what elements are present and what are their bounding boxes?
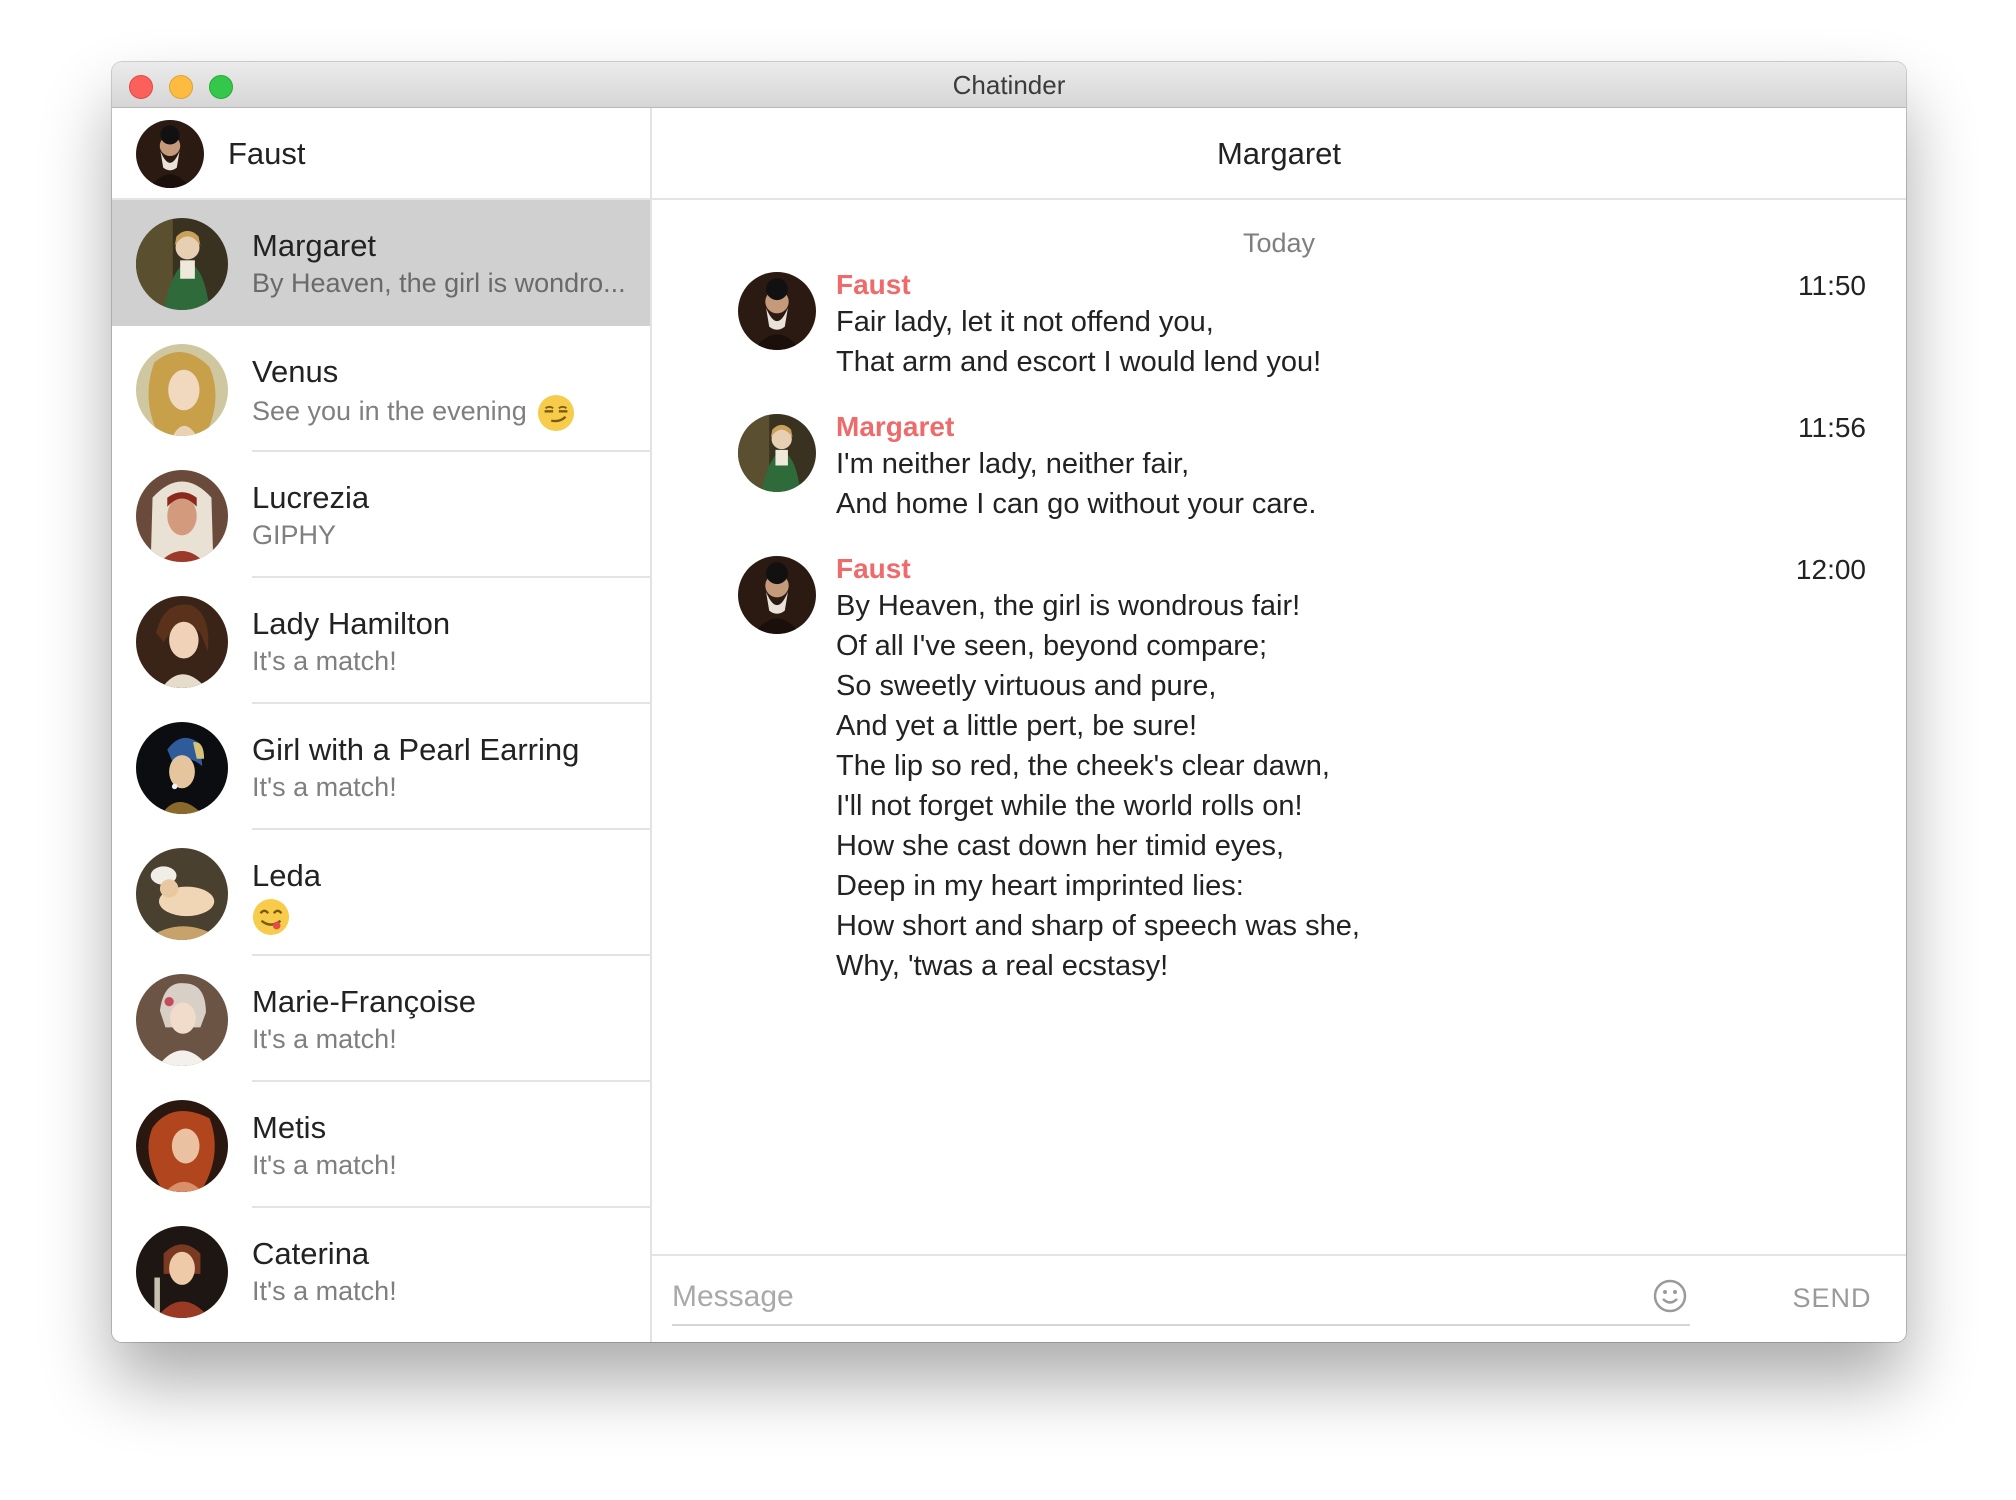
avatar (136, 1226, 228, 1318)
my-name: Faust (228, 136, 306, 171)
message-line: And yet a little pert, be sure! (836, 710, 1198, 742)
message-composer: SEND (652, 1254, 1906, 1342)
message-sender: Faust (836, 269, 911, 300)
message-line: That arm and escort I would lend you! (836, 346, 1322, 378)
conversation-name: Marie-Françoise (252, 984, 476, 1019)
my-profile[interactable]: Faust (112, 108, 650, 200)
avatar (136, 344, 228, 436)
message-line: By Heaven, the girl is wondrous fair! (836, 590, 1301, 622)
message-line: How short and sharp of speech was she, (836, 910, 1360, 942)
conversation-preview: It's a match! (252, 1150, 397, 1180)
message-time: 11:56 (1798, 412, 1866, 443)
conversation-preview: It's a match! (252, 646, 397, 676)
conversation-name: Margaret (252, 228, 377, 263)
conversation-item-leda[interactable]: Leda (112, 830, 650, 956)
conversation-item-caterina[interactable]: Caterina It's a match! (112, 1208, 650, 1334)
message: Faust 11:50 Fair lady, let it not offend… (652, 268, 1906, 382)
message-line: How she cast down her timid eyes, (836, 830, 1285, 862)
conversation-preview: It's a match! (252, 772, 397, 802)
window-title: Chatinder (952, 70, 1066, 100)
face-savoring-food-icon (252, 898, 290, 936)
message-line: The lip so red, the cheek's clear dawn, (836, 750, 1330, 782)
message-line: I'll not forget while the world rolls on… (836, 790, 1303, 822)
conversation-item-girl-with-a-pearl-earring[interactable]: Girl with a Pearl Earring It's a match! (112, 704, 650, 830)
conversation-name: Lady Hamilton (252, 606, 451, 641)
message-input[interactable] (672, 1270, 1690, 1326)
avatar (136, 722, 228, 814)
message-line: I'm neither lady, neither fair, (836, 448, 1190, 480)
send-button[interactable]: SEND (1762, 1270, 1902, 1326)
message-sender: Faust (836, 553, 911, 584)
sender-avatar[interactable] (738, 272, 816, 350)
message-line: Why, 'twas a real ecstasy! (836, 950, 1169, 982)
chat-panel: Margaret Today Faust 11:50 Fair lady, le… (652, 108, 1906, 1342)
my-avatar (136, 120, 204, 188)
conversation-list: Margaret By Heaven, the girl is wondro..… (112, 200, 650, 1334)
message-line: Deep in my heart imprinted lies: (836, 870, 1244, 902)
conversation-item-marie-francoise[interactable]: Marie-Françoise It's a match! (112, 956, 650, 1082)
message-sender: Margaret (836, 411, 955, 442)
message-line: Of all I've seen, beyond compare; (836, 630, 1268, 662)
conversation-preview: By Heaven, the girl is wondro... (252, 268, 626, 298)
message-list: Faust 11:50 Fair lady, let it not offend… (652, 268, 1906, 986)
smirking-face-icon (537, 394, 574, 432)
day-separator: Today (1242, 228, 1316, 258)
message: Faust 12:00 By Heaven, the girl is wondr… (652, 552, 1906, 986)
avatar (136, 218, 228, 310)
conversation-item-margaret[interactable]: Margaret By Heaven, the girl is wondro..… (112, 200, 650, 326)
sender-avatar[interactable] (738, 556, 816, 634)
conversation-name: Caterina (252, 1236, 370, 1271)
conversation-item-venus[interactable]: Venus See you in the evening (112, 326, 650, 452)
message-time: 11:50 (1798, 270, 1866, 301)
conversation-name: Venus (252, 354, 339, 389)
message-line: So sweetly virtuous and pure, (836, 670, 1217, 702)
title-bar[interactable]: Chatinder (112, 62, 1906, 108)
message: Margaret 11:56 I'm neither lady, neither… (652, 410, 1906, 524)
avatar (136, 974, 228, 1066)
conversation-name: Leda (252, 858, 321, 893)
smiley-icon[interactable] (1652, 1278, 1688, 1314)
chat-title: Margaret (652, 108, 1906, 200)
conversation-name: Metis (252, 1110, 327, 1145)
conversation-preview: It's a match! (252, 1276, 397, 1306)
sender-avatar[interactable] (738, 414, 816, 492)
avatar (136, 596, 228, 688)
conversation-item-metis[interactable]: Metis It's a match! (112, 1082, 650, 1208)
conversation-preview: See you in the evening (252, 394, 637, 432)
message-line: And home I can go without your care. (836, 488, 1317, 520)
conversation-name: Girl with a Pearl Earring (252, 732, 580, 767)
conversation-preview: It's a match! (252, 1024, 397, 1054)
avatar (136, 848, 228, 940)
conversation-item-lucrezia[interactable]: Lucrezia GIPHY (112, 452, 650, 578)
conversation-preview: GIPHY (252, 520, 337, 550)
conversation-name: Lucrezia (252, 480, 370, 515)
message-line: Fair lady, let it not offend you, (836, 306, 1214, 338)
avatar (136, 470, 228, 562)
app-window: Chatinder Faust Margaret By Heaven, the … (112, 62, 1906, 1342)
conversation-sidebar: Faust Margaret By Heaven, the girl is wo… (112, 108, 652, 1342)
message-time: 12:00 (1795, 554, 1866, 585)
avatar (136, 1100, 228, 1192)
conversation-item-lady-hamilton[interactable]: Lady Hamilton It's a match! (112, 578, 650, 704)
conversation-preview (252, 898, 637, 936)
